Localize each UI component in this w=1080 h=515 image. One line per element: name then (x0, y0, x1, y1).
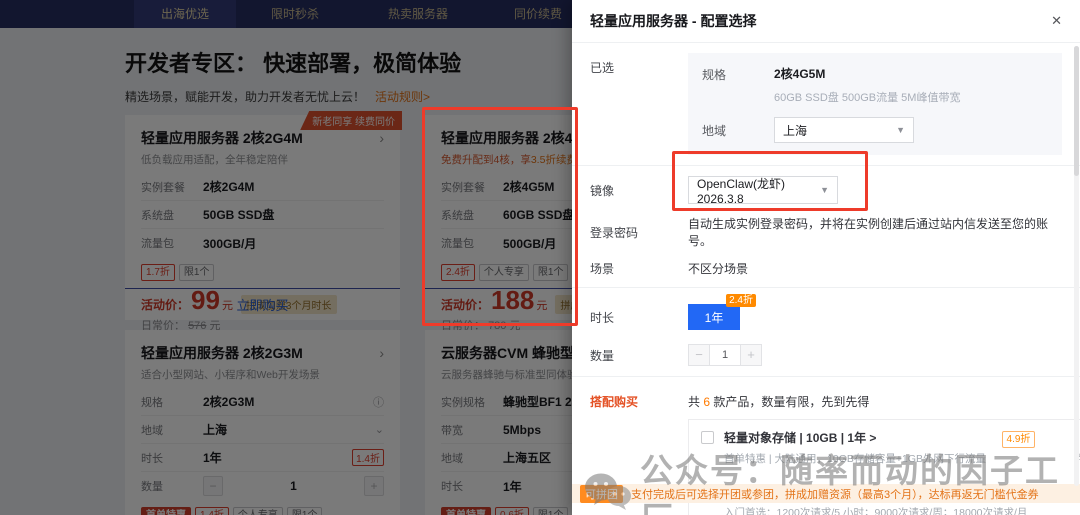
bundle-header-prefix: 共 (688, 395, 704, 409)
quantity-label: 数量 (590, 348, 615, 363)
selected-summary: 规格 2核4G5M 60GB SSD盘 500GB流量 5M峰值带宽 地域 上海… (688, 53, 1062, 155)
scrollbar[interactable] (1074, 46, 1079, 486)
group-buy-banner: 可拼团 支付完成后可选择开团或参团，拼成加赠资源（最高3个月），达标再返无门槛代… (572, 484, 1080, 503)
scene-value: 不区分场景 (688, 262, 749, 276)
region-value: 上海 (783, 123, 808, 138)
quantity-minus-button[interactable]: − (688, 344, 710, 366)
chevron-down-icon: ▼ (896, 125, 905, 135)
item-checkbox[interactable] (701, 431, 714, 444)
quantity-value: 1 (710, 344, 740, 366)
selected-label: 已选 (590, 61, 615, 75)
scene-label: 场景 (590, 262, 615, 276)
annotation-box-image-select (672, 151, 868, 211)
bundle-header-suffix: 款产品，数量有限，先到先得 (710, 395, 870, 409)
drawer-title: 轻量应用服务器 - 配置选择 (590, 13, 757, 29)
scrollbar-thumb[interactable] (1074, 46, 1079, 176)
duration-label: 时长 (590, 310, 615, 325)
group-buy-text: 支付完成后可选择开团或参团，拼成加赠资源（最高3个月），达标再返无门槛代金券 (631, 488, 1039, 501)
item-title[interactable]: 轻量对象存储 | 10GB | 1年 > (724, 429, 994, 446)
spec-value: 2核4G5M (774, 67, 826, 81)
password-label: 登录密码 (590, 225, 639, 240)
close-icon[interactable]: ✕ (1047, 9, 1066, 33)
region-select[interactable]: 上海 ▼ (774, 117, 914, 143)
quantity-plus-button[interactable]: + (740, 344, 762, 366)
spec-desc: 60GB SSD盘 500GB流量 5M峰值带宽 (774, 92, 961, 104)
annotation-box-card (422, 107, 578, 326)
quantity-stepper: − 1 + (688, 344, 762, 366)
item-desc: 首单特惠 | 大陆通用，10GB存储容量+1GB外网下行流量 (724, 453, 987, 465)
group-buy-chip[interactable]: 可拼团 (580, 484, 623, 503)
bundle-header: 共 6 款产品，数量有限，先到先得 (688, 387, 1080, 410)
spec-label: 规格 (702, 68, 727, 82)
config-drawer: 轻量应用服务器 - 配置选择 ✕ 已选 规格 2核4G5M 60GB SSD盘 … (572, 0, 1080, 515)
bundle-label: 搭配购买 (590, 395, 639, 409)
duration-discount-tag: 2.4折 (726, 294, 756, 307)
bundle-item: 轻量对象存储 | 10GB | 1年 > 首单特惠 | 大陆通用，10GB存储容… (701, 420, 1080, 474)
item-desc: 入门首选：1200次请求/5 小时；9000次请求/周；18000次请求/月 (724, 507, 1028, 515)
region-label: 地域 (702, 124, 727, 138)
duration-option-1year[interactable]: 1年 (688, 304, 740, 330)
password-desc: 自动生成实例登录密码，并将在实例创建后通过站内信发送至您的账号。 (688, 217, 1049, 248)
item-discount-chip: 4.9折 (1001, 431, 1036, 448)
